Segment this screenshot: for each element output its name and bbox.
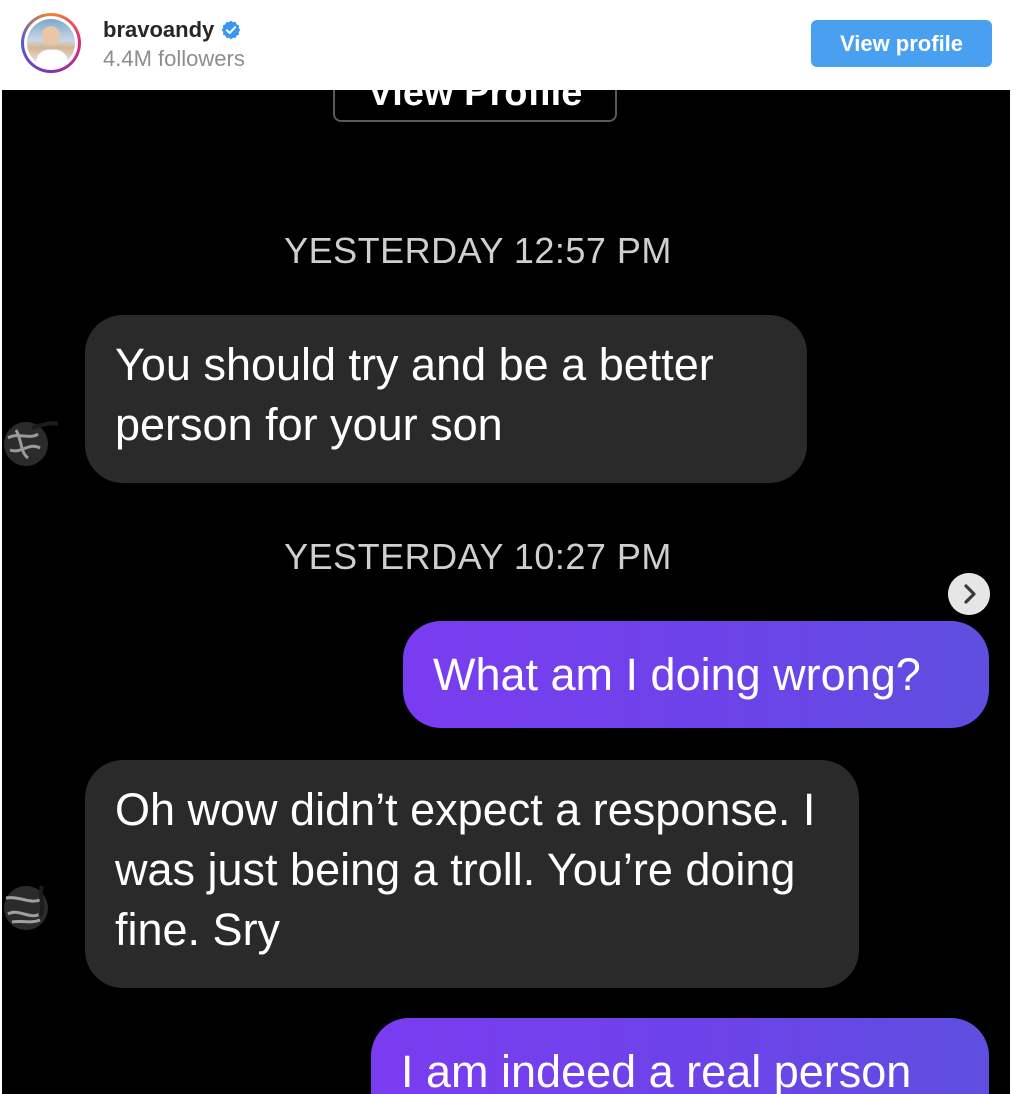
message-timestamp: YESTERDAY 12:57 PM [284,230,672,271]
avatar-shirt-shape [35,49,69,67]
username-row: bravoandy [103,16,242,44]
chevron-right-icon[interactable] [948,573,990,615]
redaction-scribble [4,421,58,466]
view-profile-button[interactable]: View profile [811,20,992,67]
message-bubble-outgoing: What am I doing wrong? [403,621,989,728]
message-bubble-incoming: Oh wow didn’t expect a response. I was j… [85,760,859,988]
message-bubble-incoming: You should try and be a better person fo… [85,315,807,483]
username[interactable]: bravoandy [103,16,214,44]
avatar[interactable] [21,13,81,73]
redaction-scribble [4,885,48,930]
message-timestamp: YESTERDAY 10:27 PM [284,536,672,577]
verified-badge-icon [221,20,241,40]
dm-screenshot: View Profile YESTERDAY 12:57 PM You shou… [2,90,1010,1094]
followers-count: 4.4M followers [103,46,245,71]
avatar-photo [27,19,75,67]
message-bubble-outgoing: I am indeed a real person [371,1018,989,1094]
avatar-ring-inner [24,16,78,70]
post-header: bravoandy 4.4M followers View profile [0,0,1016,90]
embedded-view-profile-button: View Profile [333,90,617,122]
